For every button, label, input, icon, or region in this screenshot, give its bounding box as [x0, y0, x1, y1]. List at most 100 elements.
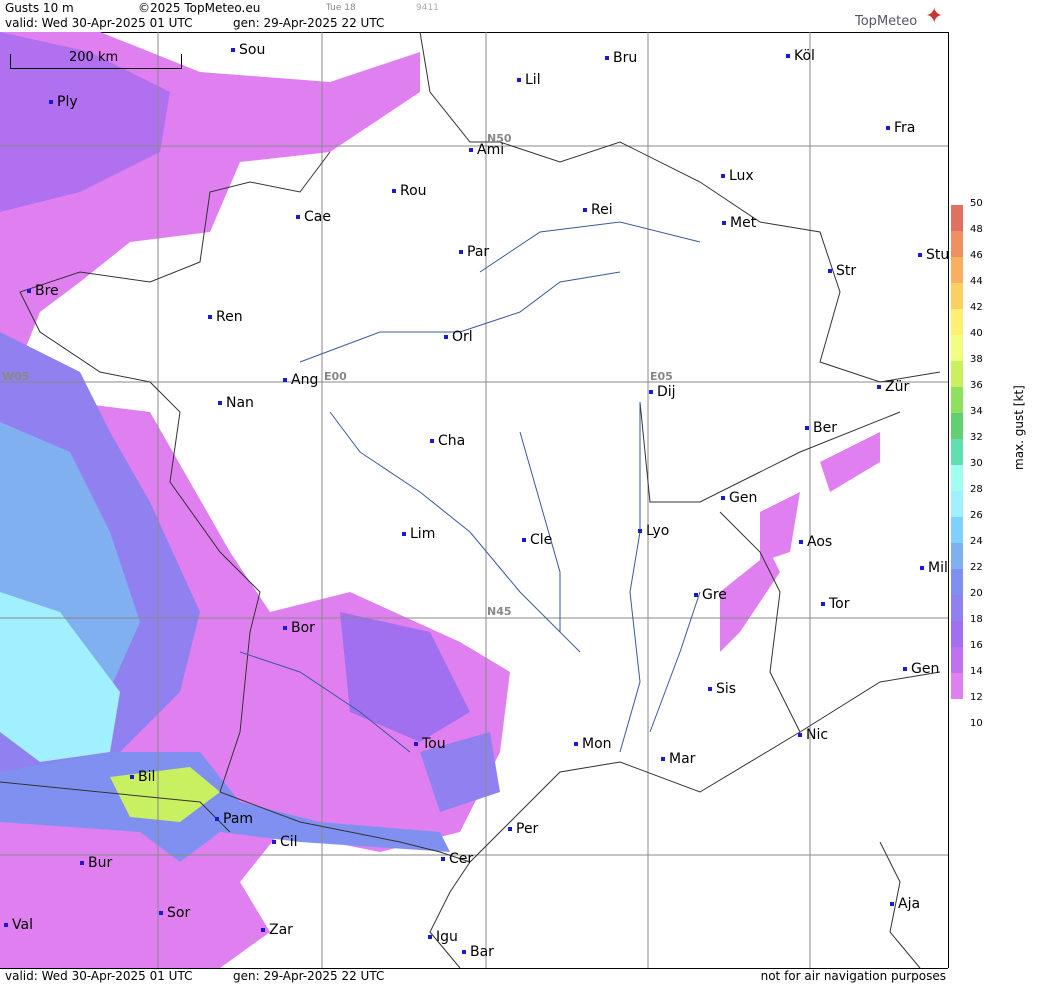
city-marker: Sis — [708, 681, 736, 697]
city-marker: Ber — [805, 420, 837, 436]
disclaimer: not for air navigation purposes — [760, 969, 946, 983]
legend-swatch — [951, 283, 963, 309]
city-marker: Mil — [920, 560, 948, 576]
legend-swatch — [951, 413, 963, 439]
legend-swatch — [951, 257, 963, 283]
product-title: Gusts 10 m — [5, 1, 74, 15]
generation-time: gen: 29-Apr-2025 22 UTC — [233, 16, 385, 30]
city-marker: Nan — [218, 395, 254, 411]
legend-swatch — [951, 543, 963, 569]
city-marker: Tor — [821, 596, 850, 612]
city-marker: Sor — [159, 905, 190, 921]
legend-swatch — [951, 231, 963, 257]
city-marker: Tou — [414, 736, 446, 752]
city-marker: Dij — [649, 384, 676, 400]
city-marker: Ren — [208, 309, 243, 325]
legend-tick: 36 — [970, 380, 983, 391]
legend-tick: 28 — [970, 484, 983, 495]
city-marker: Stu — [918, 247, 948, 263]
city-marker: Pam — [215, 811, 253, 827]
city-marker: Ami — [469, 142, 504, 158]
city-marker: Per — [508, 821, 538, 837]
valid-time: valid: Wed 30-Apr-2025 01 UTC — [5, 16, 193, 30]
legend-tick: 20 — [970, 588, 983, 599]
city-marker: Sou — [231, 42, 265, 58]
city-marker: Str — [828, 263, 856, 279]
legend-tick: 14 — [970, 666, 983, 677]
city-marker: Ply — [49, 94, 78, 110]
city-marker: Köl — [786, 48, 815, 64]
map-layer — [0, 32, 948, 968]
grid-label: W05 — [2, 370, 30, 383]
legend-tick: 44 — [970, 276, 983, 287]
city-marker: Gen — [721, 490, 757, 506]
legend-swatch — [951, 361, 963, 387]
city-marker: Val — [4, 917, 33, 933]
legend-tick: 24 — [970, 536, 983, 547]
city-marker: Mon — [574, 736, 612, 752]
city-marker: Bre — [27, 283, 59, 299]
legend-swatch — [951, 673, 963, 699]
legend-swatch — [951, 491, 963, 517]
grid-label: E00 — [324, 370, 347, 383]
scale-bar: 200 km — [10, 50, 182, 69]
city-marker: Bor — [283, 620, 315, 636]
legend-swatch — [951, 387, 963, 413]
city-marker: Gen — [903, 661, 939, 677]
legend-title: max. gust [kt] — [1012, 385, 1026, 470]
grid-label: E05 — [650, 370, 673, 383]
city-marker: Ang — [283, 372, 318, 388]
legend-tick: 34 — [970, 406, 983, 417]
city-marker: Bil — [130, 769, 155, 785]
legend-swatch — [951, 439, 963, 465]
legend-tick: 18 — [970, 614, 983, 625]
legend-swatch — [951, 465, 963, 491]
legend-swatch — [951, 569, 963, 595]
city-marker: Rei — [583, 202, 613, 218]
city-marker: Cil — [272, 834, 298, 850]
legend-tick: 46 — [970, 250, 983, 261]
legend-tick: 30 — [970, 458, 983, 469]
city-marker: Bar — [462, 944, 494, 960]
city-marker: Par — [459, 244, 489, 260]
city-marker: Met — [722, 215, 756, 231]
city-marker: Aos — [799, 534, 832, 550]
legend-tick: 32 — [970, 432, 983, 443]
legend-swatch — [951, 205, 963, 231]
legend-tick: 40 — [970, 328, 983, 339]
color-legend — [951, 205, 963, 699]
city-marker: Cha — [430, 433, 465, 449]
legend-tick: 22 — [970, 562, 983, 573]
topmeteo-logo: TopMeteo — [855, 14, 918, 29]
run-tag: Tue 18 — [326, 3, 356, 13]
legend-swatch — [951, 595, 963, 621]
legend-tick: 48 — [970, 224, 983, 235]
gust-map: N50 W05 E00 E05 N45 Sou Bru Köl Lil Ply … — [0, 32, 949, 968]
city-marker: Mar — [661, 751, 695, 767]
legend-tick: 50 — [970, 198, 983, 209]
city-marker: Cae — [296, 209, 331, 225]
legend-tick: 10 — [970, 718, 983, 729]
city-marker: Fra — [886, 120, 915, 136]
legend-tick: 16 — [970, 640, 983, 651]
footer-valid-time: valid: Wed 30-Apr-2025 01 UTC — [5, 969, 193, 983]
legend-tick: 38 — [970, 354, 983, 365]
footer-bar: valid: Wed 30-Apr-2025 01 UTC gen: 29-Ap… — [0, 968, 948, 984]
compass-star-icon: ✦ — [925, 4, 944, 29]
city-marker: Cer — [441, 851, 473, 867]
city-marker: Lil — [517, 72, 541, 88]
legend-swatch — [951, 335, 963, 361]
city-marker: Nic — [798, 727, 828, 743]
city-marker: Rou — [392, 183, 427, 199]
city-marker: Zür — [877, 379, 909, 395]
city-marker: Zar — [261, 922, 293, 938]
copyright: ©2025 TopMeteo.eu — [138, 1, 261, 15]
city-marker: Lux — [721, 168, 754, 184]
legend-swatch — [951, 647, 963, 673]
city-marker: Bru — [605, 50, 637, 66]
grid-label: N45 — [487, 605, 512, 618]
city-marker: Igu — [428, 929, 458, 945]
city-marker: Lim — [402, 526, 435, 542]
city-marker: Orl — [444, 329, 473, 345]
city-marker: Cle — [522, 532, 552, 548]
